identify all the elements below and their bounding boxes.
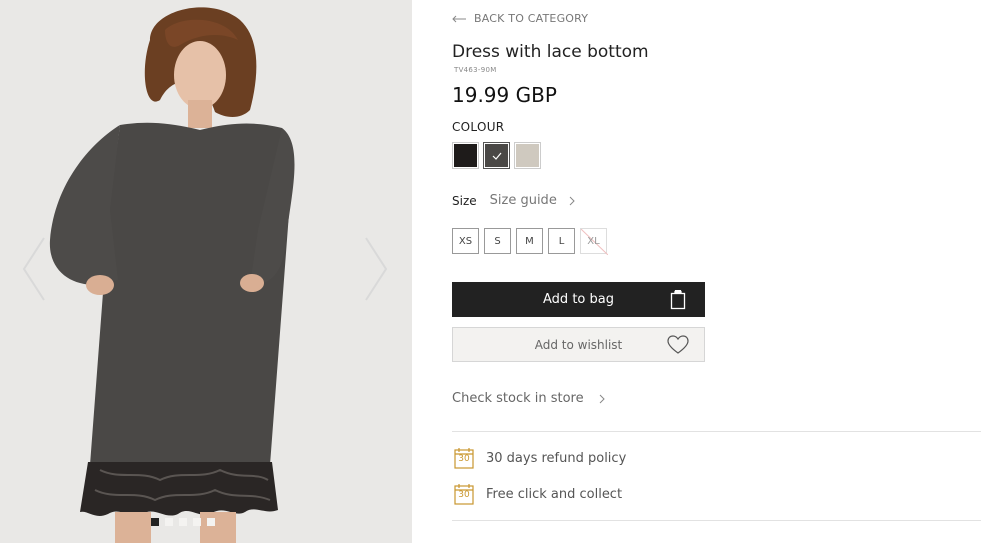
- back-to-category-link[interactable]: BACK TO CATEGORY: [452, 12, 588, 25]
- size-option-xl[interactable]: XL: [580, 228, 608, 255]
- product-sku: TV463-90M: [454, 66, 497, 74]
- refund-policy-perk: 30 30 days refund policy: [454, 447, 626, 469]
- arrow-left-icon: [452, 15, 466, 22]
- size-label: Size: [452, 193, 477, 208]
- colour-swatch-black[interactable]: [452, 142, 479, 169]
- product-price: 19.99 GBP: [452, 83, 557, 107]
- size-options: XS S M L XL: [452, 228, 608, 255]
- calendar-icon: 30: [454, 483, 474, 505]
- refund-policy-label: 30 days refund policy: [486, 450, 627, 466]
- gallery-next-arrow[interactable]: [364, 236, 388, 302]
- check-stock-link[interactable]: Check stock in store: [452, 391, 605, 406]
- divider: [452, 520, 981, 521]
- chevron-right-icon: [599, 394, 605, 403]
- gallery-dot[interactable]: [165, 518, 173, 526]
- colour-label: COLOUR: [452, 120, 505, 134]
- check-icon: [492, 152, 502, 160]
- calendar-number: 30: [458, 454, 470, 464]
- colour-swatch-dark-grey[interactable]: [483, 142, 510, 169]
- colour-swatches: [452, 142, 541, 169]
- product-photo: [0, 0, 412, 543]
- heart-icon: [667, 335, 689, 354]
- chevron-right-icon[interactable]: [569, 196, 575, 206]
- divider: [452, 431, 981, 432]
- add-to-bag-button[interactable]: Add to bag: [452, 282, 705, 317]
- size-row: Size Size guide: [452, 193, 575, 208]
- add-to-wishlist-button[interactable]: Add to wishlist: [452, 327, 705, 362]
- chevron-right-icon: [365, 237, 388, 301]
- gallery-dot[interactable]: [179, 518, 187, 526]
- add-to-bag-label: Add to bag: [543, 292, 614, 307]
- swatch-fill: [454, 144, 477, 167]
- calendar-icon: 30: [454, 447, 474, 469]
- swatch-fill: [516, 144, 539, 167]
- calendar-number: 30: [458, 490, 470, 500]
- size-option-xs[interactable]: XS: [452, 228, 479, 254]
- size-option-s[interactable]: S: [484, 228, 511, 254]
- shopping-bag-icon: [670, 290, 686, 310]
- size-guide-link[interactable]: Size guide: [490, 193, 557, 208]
- gallery-dot[interactable]: [207, 518, 215, 526]
- product-title: Dress with lace bottom: [452, 42, 649, 62]
- chevron-left-icon: [22, 237, 45, 301]
- click-and-collect-label: Free click and collect: [486, 486, 623, 502]
- check-stock-label: Check stock in store: [452, 391, 584, 406]
- size-option-xl-label: XL: [587, 235, 600, 247]
- product-details-panel: BACK TO CATEGORY Dress with lace bottom …: [452, 0, 981, 543]
- size-option-m[interactable]: M: [516, 228, 543, 254]
- product-image-gallery: [0, 0, 412, 543]
- back-to-category-label: BACK TO CATEGORY: [474, 12, 589, 25]
- colour-swatch-light-beige[interactable]: [514, 142, 541, 169]
- click-and-collect-perk: 30 Free click and collect: [454, 483, 622, 505]
- gallery-pagination: [151, 518, 215, 526]
- size-option-l[interactable]: L: [548, 228, 575, 254]
- gallery-dot[interactable]: [151, 518, 159, 526]
- gallery-prev-arrow[interactable]: [22, 236, 46, 302]
- add-to-wishlist-label: Add to wishlist: [534, 337, 623, 352]
- gallery-dot[interactable]: [193, 518, 201, 526]
